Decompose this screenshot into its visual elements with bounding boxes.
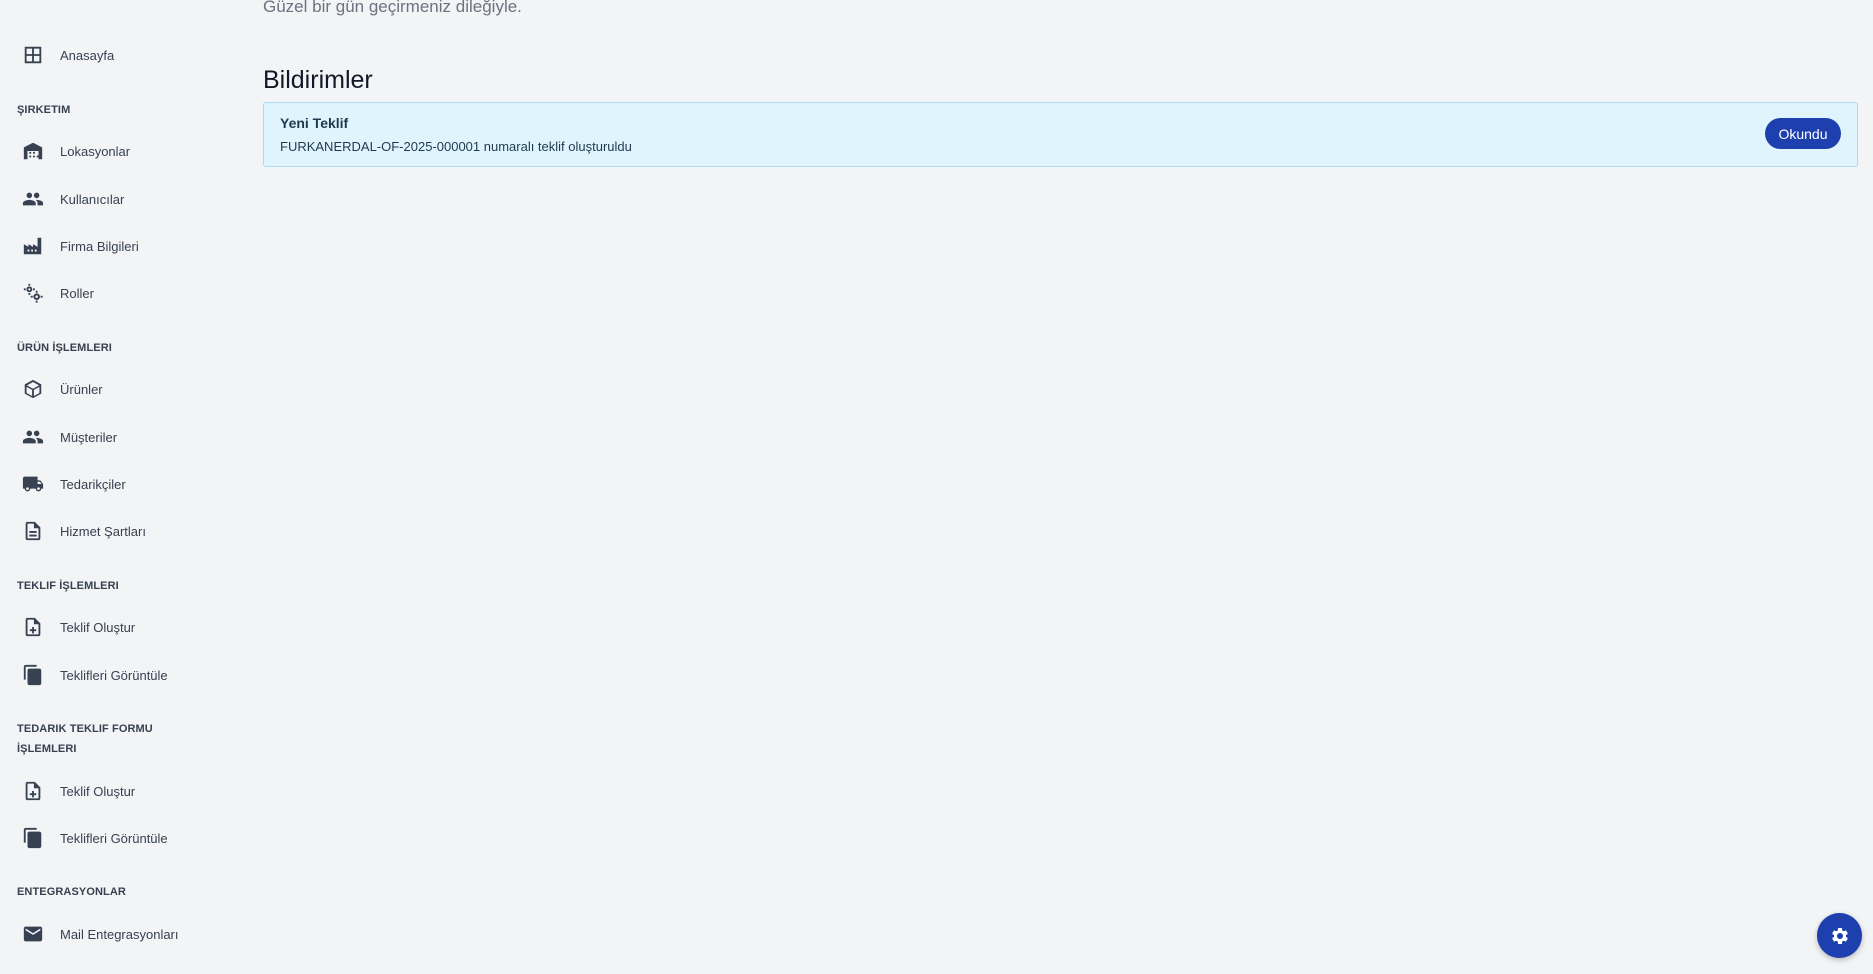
sidebar: Anasayfa ŞIRKETIM Lokasyonlar Kullanıcıl… xyxy=(0,0,240,974)
sidebar-item-teklifleri-goruntule[interactable]: Teklifleri Görüntüle xyxy=(0,655,240,695)
page-title: Bildirimler xyxy=(263,66,373,94)
box-icon xyxy=(21,377,45,401)
sidebar-item-label: Tedarikçiler xyxy=(60,476,126,492)
sidebar-item-teklif-olustur[interactable]: Teklif Oluştur xyxy=(0,607,240,647)
factory-icon xyxy=(21,234,45,258)
sidebar-item-label: Lokasyonlar xyxy=(60,143,131,159)
sidebar-item-tedarikciler[interactable]: Tedarikçiler xyxy=(0,464,240,504)
notification-card: Yeni Teklif FURKANERDAL-OF-2025-000001 n… xyxy=(263,102,1858,167)
section-title-urun-islemleri: ÜRÜN İŞLEMLERI xyxy=(17,342,112,354)
files-icon xyxy=(21,663,45,687)
sidebar-item-label: Mail Entegrasyonları xyxy=(60,926,179,942)
gear-icon xyxy=(1830,926,1850,946)
sidebar-item-mail-entegrasyonlari[interactable]: Mail Entegrasyonları xyxy=(0,914,240,954)
sidebar-item-label: Teklif Oluştur xyxy=(60,619,136,635)
files-icon xyxy=(21,826,45,850)
sidebar-item-label: Roller xyxy=(60,285,94,301)
sidebar-item-label: Kullanıcılar xyxy=(60,191,125,207)
greeting-text: Güzel bir gün geçirmeniz dileğiyle. xyxy=(263,0,522,16)
notification-message: FURKANERDAL-OF-2025-000001 numaralı tekl… xyxy=(280,139,632,154)
mark-read-button[interactable]: Okundu xyxy=(1765,118,1841,149)
sidebar-item-label: Hizmet Şartları xyxy=(60,523,146,539)
sidebar-item-label: Müşteriler xyxy=(60,429,118,445)
sidebar-item-urunler[interactable]: Ürünler xyxy=(0,369,240,409)
sidebar-item-musteriler[interactable]: Müşteriler xyxy=(0,417,240,457)
sidebar-item-label: Ürünler xyxy=(60,381,103,397)
file-add-icon xyxy=(21,779,45,803)
mail-icon xyxy=(21,922,45,946)
truck-icon xyxy=(21,472,45,496)
sidebar-item-roller[interactable]: Roller xyxy=(0,273,240,313)
section-title-tedarik-teklif-formu: TEDARIK TEKLIF FORMU İŞLEMLERI xyxy=(17,723,153,755)
section-title-entegrasyonlar: ENTEGRASYONLAR xyxy=(17,886,126,898)
settings-fab-button[interactable] xyxy=(1817,913,1862,958)
document-icon xyxy=(21,519,45,543)
sidebar-item-firma-bilgileri[interactable]: Firma Bilgileri xyxy=(0,226,240,266)
sidebar-item-hizmet-sartlari[interactable]: Hizmet Şartları xyxy=(0,511,240,551)
sidebar-item-label: Teklifleri Görüntüle xyxy=(60,667,168,683)
sidebar-item-label: Firma Bilgileri xyxy=(60,238,139,254)
sidebar-item-lokasyonlar[interactable]: Lokasyonlar xyxy=(0,131,240,171)
file-add-icon xyxy=(21,615,45,639)
section-title-sirketim: ŞIRKETIM xyxy=(17,104,71,116)
people-icon xyxy=(21,425,45,449)
sidebar-item-tedarik-teklifleri-goruntule[interactable]: Teklifleri Görüntüle xyxy=(0,818,240,858)
section-title-teklif-islemleri: TEKLIF İŞLEMLERI xyxy=(17,580,119,592)
sidebar-item-label: Anasayfa xyxy=(60,47,115,63)
notification-title: Yeni Teklif xyxy=(280,115,349,131)
sidebar-item-label: Teklifleri Görüntüle xyxy=(60,830,168,846)
sidebar-item-tedarik-teklif-olustur[interactable]: Teklif Oluştur xyxy=(0,771,240,811)
grid-icon xyxy=(21,43,45,67)
sidebar-item-label: Teklif Oluştur xyxy=(60,783,136,799)
sidebar-item-anasayfa[interactable]: Anasayfa xyxy=(0,35,240,75)
gears-icon xyxy=(21,281,45,305)
people-icon xyxy=(21,187,45,211)
sidebar-item-kullanicilar[interactable]: Kullanıcılar xyxy=(0,179,240,219)
warehouse-icon xyxy=(21,139,45,163)
